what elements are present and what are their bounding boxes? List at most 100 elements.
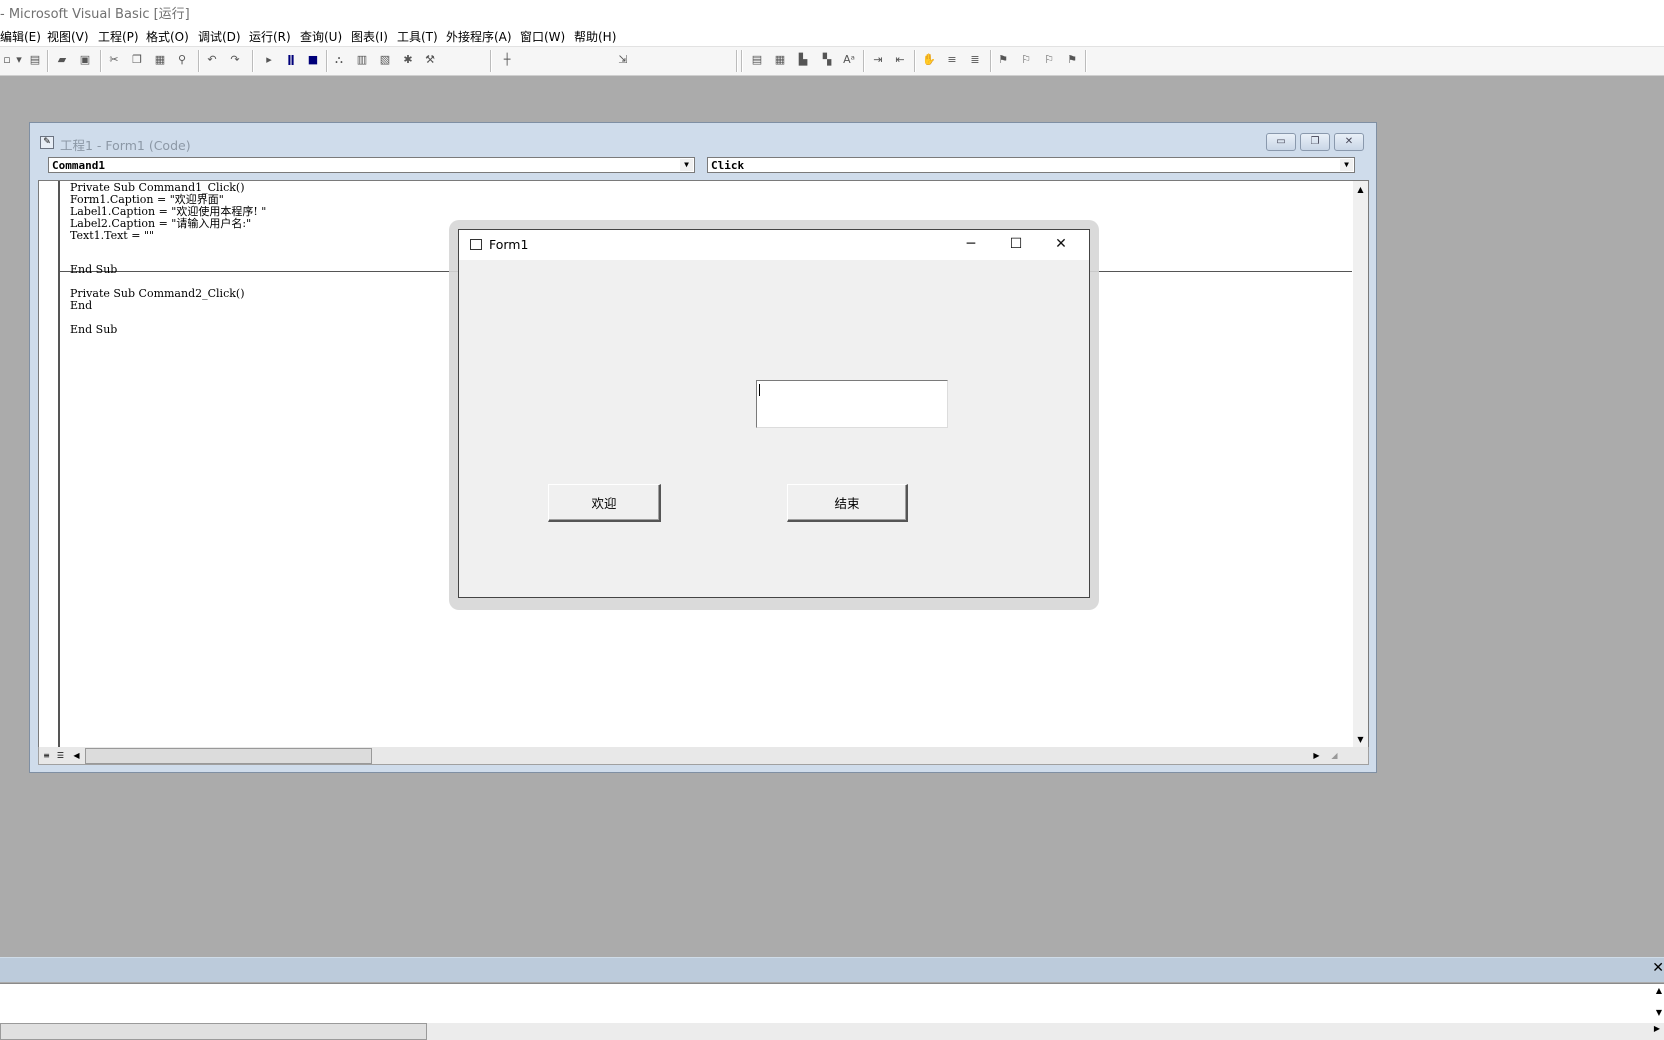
- horizontal-scrollbar[interactable]: ≡ ☰ ◀ ▶ ◢: [38, 747, 1369, 765]
- redo-icon[interactable]: ↷: [228, 53, 242, 67]
- scroll-up-icon[interactable]: ▲: [1354, 183, 1367, 196]
- size-icon: ⇲: [618, 53, 628, 66]
- cut-icon[interactable]: ✂: [107, 53, 121, 67]
- scroll-left-icon[interactable]: ◀: [70, 749, 83, 762]
- paste-icon[interactable]: ▦: [153, 53, 167, 67]
- menu-help[interactable]: 帮助(H): [574, 28, 616, 45]
- object-combo[interactable]: Command1 ▼: [48, 157, 695, 173]
- maximize-icon[interactable]: ☐: [1006, 234, 1026, 254]
- outdent-icon[interactable]: ⇤: [893, 53, 907, 67]
- scroll-thumb[interactable]: [85, 748, 372, 764]
- menu-debug[interactable]: 调试(D): [198, 28, 241, 45]
- close-icon[interactable]: ✕: [1051, 234, 1071, 254]
- toolbar-separator: [736, 50, 738, 72]
- restore-button[interactable]: ❐: [1300, 133, 1330, 151]
- menu-format[interactable]: 格式(O): [146, 28, 189, 45]
- menu-tools[interactable]: 工具(T): [397, 28, 438, 45]
- scroll-thumb[interactable]: [0, 1023, 427, 1040]
- scroll-right-icon[interactable]: ▶: [1310, 749, 1323, 762]
- end-button[interactable]: 结束: [787, 484, 908, 522]
- scroll-down-icon[interactable]: ▼: [1354, 733, 1367, 746]
- code-line: End: [70, 299, 93, 312]
- project-explorer-icon[interactable]: ⛬: [332, 53, 346, 67]
- save-icon[interactable]: ▣: [78, 53, 92, 67]
- uncomment-block-icon[interactable]: ≣: [968, 53, 982, 67]
- align-icon[interactable]: ▤: [750, 53, 764, 67]
- previous-bookmark-icon[interactable]: ⚐: [1042, 53, 1056, 67]
- code-text[interactable]: Private Sub Command1_Click() Form1.Captio…: [70, 182, 266, 336]
- center-icon[interactable]: ▦: [773, 53, 787, 67]
- close-button[interactable]: ✕: [1334, 133, 1364, 151]
- scroll-up-icon[interactable]: ▲: [1656, 986, 1662, 995]
- open-icon[interactable]: ▰: [55, 53, 69, 67]
- find-icon[interactable]: ⚲: [175, 53, 189, 67]
- procedure-combo-value: Click: [711, 159, 745, 172]
- form1-title-bar[interactable]: Form1 ─ ☐ ✕: [459, 230, 1089, 260]
- object-browser-icon[interactable]: ✱: [401, 53, 415, 67]
- close-icon[interactable]: ✕: [1652, 960, 1664, 976]
- make-same-size-icon[interactable]: ▙: [796, 53, 810, 67]
- toolbar-separator: [198, 50, 200, 72]
- toolbar: ▫ ▾ ▤ ▰ ▣ ✂ ❐ ▦ ⚲ ↶ ↷ ▸ ǁ ■ ⛬ ▥ ▧ ✱ ⚒ ┼ …: [0, 47, 1664, 76]
- toolbox-icon[interactable]: ⚒: [423, 53, 437, 67]
- toggle-breakpoint-icon[interactable]: ✋: [922, 53, 936, 67]
- text1-input[interactable]: [756, 380, 948, 428]
- code-line: End Sub: [70, 323, 118, 336]
- toolbar-separator: [914, 50, 916, 72]
- form1-title: Form1: [489, 237, 529, 252]
- menu-addins[interactable]: 外接程序(A): [446, 28, 512, 45]
- menu-diagram[interactable]: 图表(I): [351, 28, 388, 45]
- text-caret: [759, 384, 760, 396]
- toolbar-separator: [326, 50, 328, 72]
- code-line: Text1.Text = "": [70, 229, 155, 242]
- welcome-button[interactable]: 欢迎: [548, 484, 661, 522]
- undo-icon[interactable]: ↶: [205, 53, 219, 67]
- menu-query[interactable]: 查询(U): [300, 28, 342, 45]
- start-icon[interactable]: ▸: [262, 53, 276, 67]
- bookmark-icon[interactable]: ⚑: [996, 53, 1010, 67]
- next-bookmark-icon[interactable]: ⚐: [1019, 53, 1033, 67]
- properties-icon[interactable]: ▥: [355, 53, 369, 67]
- chevron-down-icon[interactable]: ▼: [1340, 159, 1353, 171]
- scroll-right-icon[interactable]: ▶: [1654, 1024, 1660, 1033]
- form-layout-icon[interactable]: ▧: [378, 53, 392, 67]
- break-icon[interactable]: ǁ: [284, 53, 298, 67]
- size-to-grid-icon[interactable]: ▚: [820, 53, 834, 67]
- immediate-window-title-bar[interactable]: ✕: [0, 957, 1664, 982]
- immediate-window[interactable]: ▲ ▼: [0, 983, 1664, 1024]
- scroll-down-icon[interactable]: ▼: [1656, 1008, 1662, 1017]
- end-icon[interactable]: ■: [306, 53, 320, 67]
- menu-window[interactable]: 窗口(W): [520, 28, 565, 45]
- add-module-icon[interactable]: ▤: [28, 53, 42, 67]
- procedure-view-icon[interactable]: ≡: [40, 749, 53, 762]
- minimize-icon[interactable]: ─: [961, 234, 981, 254]
- indent-icon[interactable]: ⇥: [871, 53, 885, 67]
- toolbar-separator: [1085, 50, 1087, 72]
- clear-bookmarks-icon[interactable]: ⚑: [1065, 53, 1079, 67]
- toolbar-separator: [990, 50, 992, 72]
- menu-bar: 编辑(E) 视图(V) 工程(P) 格式(O) 调试(D) 运行(R) 查询(U…: [0, 24, 1664, 47]
- copy-icon[interactable]: ❐: [130, 53, 144, 67]
- full-module-view-icon[interactable]: ☰: [54, 749, 67, 762]
- toolbar-separator: [252, 50, 254, 72]
- minimize-button[interactable]: ▭: [1266, 133, 1296, 151]
- menu-edit[interactable]: 编辑(E): [0, 28, 41, 45]
- code-window-caption: 工程1 - Form1 (Code): [60, 138, 191, 153]
- form1-window: Form1 ─ ☐ ✕ 欢迎 结束: [458, 229, 1090, 598]
- font-size-icon[interactable]: Aᵃ: [842, 53, 856, 67]
- resize-grip-icon[interactable]: ◢: [1328, 749, 1341, 762]
- menu-run[interactable]: 运行(R): [249, 28, 291, 45]
- chevron-down-icon[interactable]: ▼: [680, 159, 693, 171]
- menu-view[interactable]: 视图(V): [47, 28, 89, 45]
- margin-indicator-bar[interactable]: [39, 181, 60, 748]
- title-bar: - Microsoft Visual Basic [运行]: [0, 0, 1664, 24]
- vertical-scrollbar[interactable]: ▲ ▼: [1353, 181, 1368, 748]
- dropdown-arrow-icon[interactable]: ▾: [12, 53, 26, 67]
- position-icon: ┼: [503, 53, 511, 66]
- toolbar-separator: [863, 50, 865, 72]
- comment-block-icon[interactable]: ≡: [945, 53, 959, 67]
- menu-project[interactable]: 工程(P): [98, 28, 139, 45]
- toolbar-separator: [741, 50, 743, 72]
- procedure-combo[interactable]: Click ▼: [707, 157, 1355, 173]
- object-combo-value: Command1: [52, 159, 105, 172]
